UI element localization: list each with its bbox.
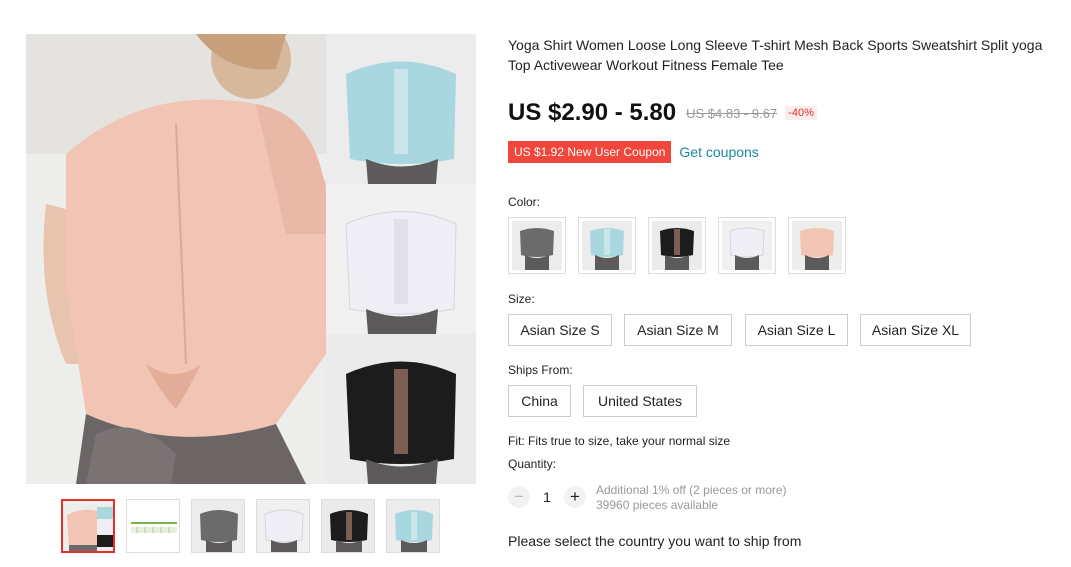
new-user-coupon-badge[interactable]: US $1.92 New User Coupon — [508, 141, 672, 163]
quantity-value[interactable]: 1 — [541, 489, 553, 505]
thumbnail-pink-shirt[interactable] — [61, 499, 115, 553]
thumbnail-size-chart[interactable] — [126, 499, 180, 553]
color-swatch-white[interactable] — [718, 217, 776, 274]
color-swatch-black[interactable] — [648, 217, 706, 274]
discount-badge: -40% — [785, 106, 817, 120]
color-label: Color: — [508, 195, 541, 209]
size-option-m[interactable]: Asian Size M — [624, 314, 732, 346]
color-swatch-pink[interactable] — [788, 217, 846, 274]
ships-from-united-states[interactable]: United States — [583, 385, 697, 417]
size-label: Size: — [508, 292, 535, 306]
thumbnail-blue-shirt[interactable] — [386, 499, 440, 553]
coupon-row: US $1.92 New User Coupon Get coupons — [508, 141, 759, 163]
color-swatch-gray[interactable] — [508, 217, 566, 274]
quantity-label: Quantity: — [508, 457, 557, 471]
stock-available-note: 39960 pieces available — [596, 498, 719, 512]
white-shirt-photo[interactable] — [326, 184, 476, 334]
thumbnail-black-shirt[interactable] — [321, 499, 375, 553]
quantity-minus-button[interactable]: − — [508, 486, 530, 508]
black-shirt-photo[interactable] — [326, 334, 476, 484]
thumbnail-white-shirt[interactable] — [256, 499, 310, 553]
product-gallery — [26, 34, 476, 484]
original-price: US $4.83 - 9.67 — [686, 105, 778, 121]
blue-shirt-photo[interactable] — [326, 34, 476, 184]
quantity-note: Additional 1% off (2 pieces or more) 399… — [596, 483, 787, 513]
size-option-s[interactable]: Asian Size S — [508, 314, 612, 346]
ship-country-message: Please select the country you want to sh… — [508, 533, 802, 549]
size-option-l[interactable]: Asian Size L — [745, 314, 848, 346]
ships-from-label: Ships From: — [508, 363, 573, 377]
product-info-panel: Yoga Shirt Women Loose Long Sleeve T-shi… — [508, 0, 1064, 567]
color-swatch-blue[interactable] — [578, 217, 636, 274]
bulk-discount-note: Additional 1% off (2 pieces or more) — [596, 483, 787, 497]
price-row: US $2.90 - 5.80 US $4.83 - 9.67 -40% — [508, 99, 817, 127]
quantity-plus-button[interactable]: + — [564, 486, 586, 508]
current-price: US $2.90 - 5.80 — [508, 99, 677, 126]
size-option-xl[interactable]: Asian Size XL — [860, 314, 971, 346]
get-coupons-link[interactable]: Get coupons — [679, 144, 758, 160]
fit-note: Fit: Fits true to size, take your normal… — [508, 434, 731, 448]
thumbnail-gray-shirt[interactable] — [191, 499, 245, 553]
ships-from-china[interactable]: China — [508, 385, 571, 417]
main-product-photo[interactable] — [26, 34, 326, 484]
product-title: Yoga Shirt Women Loose Long Sleeve T-shi… — [508, 37, 1043, 73]
